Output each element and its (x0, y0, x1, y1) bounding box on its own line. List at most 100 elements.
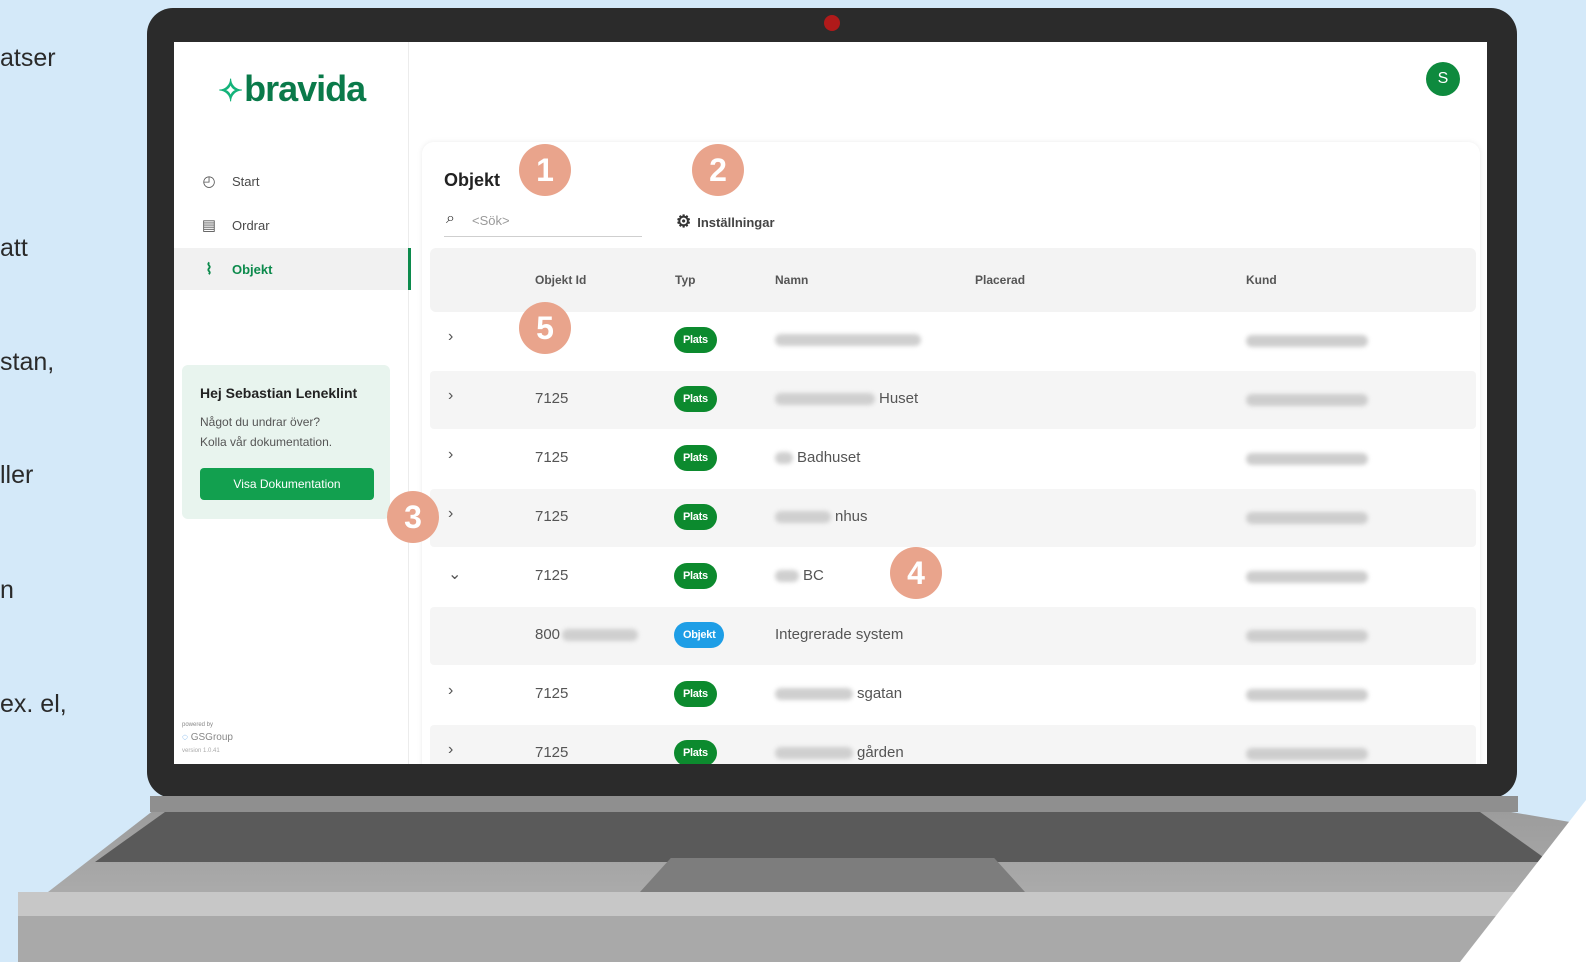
redacted-kund (1246, 335, 1368, 347)
version-label: version 1.0.41 (182, 748, 220, 754)
brand-mark-icon: ✧ (218, 75, 243, 108)
chevron-right-icon[interactable]: › (448, 387, 453, 405)
settings-button[interactable]: ⚙ Inställningar (676, 212, 775, 232)
table-row-child[interactable]: 800 Objekt Integrerade system (430, 607, 1476, 665)
help-card: Hej Sebastian Leneklint Något du undrar … (182, 365, 390, 519)
table-header: Objekt Id Typ Namn Placerad Kund (430, 248, 1476, 312)
chevron-right-icon[interactable]: › (448, 682, 453, 700)
chevron-down-icon[interactable]: ⌄ (448, 564, 461, 584)
objekt-panel: Objekt ⌕ <Sök> ⚙ Inställningar Objekt Id … (422, 142, 1480, 764)
redacted-kund (1246, 453, 1368, 465)
nav-item-objekt[interactable]: ⌇ Objekt (174, 248, 411, 290)
row-name: Huset (775, 390, 918, 407)
row-name-text: Huset (879, 390, 919, 407)
column-header[interactable]: Namn (775, 273, 808, 287)
redacted-text (775, 393, 875, 406)
side-text: ller (0, 461, 34, 489)
speedometer-icon: ◴ (202, 173, 216, 190)
chevron-right-icon[interactable]: › (448, 328, 453, 346)
nav-label: Objekt (232, 261, 273, 277)
redacted-text (562, 629, 639, 642)
redacted-kund (1246, 630, 1368, 642)
row-name-text: gården (857, 744, 904, 761)
page-title: Objekt (444, 170, 501, 190)
redacted-text (775, 511, 831, 524)
row-name-text: nhus (835, 508, 868, 525)
nav-item-start[interactable]: ◴ Start (174, 160, 408, 202)
callout-marker-3: 3 (387, 491, 439, 543)
redacted-text (775, 452, 793, 465)
table-row[interactable]: › Plats (430, 312, 1476, 370)
type-badge: Plats (674, 327, 717, 353)
laptop-deck-edge (18, 892, 1518, 916)
row-id-text: 800 (535, 626, 561, 643)
side-text: stan, (0, 348, 55, 376)
callout-marker-5: 5 (519, 302, 571, 354)
callout-marker-1: 1 (519, 144, 571, 196)
redacted-text (775, 688, 853, 701)
table-row[interactable]: › 7125 Plats Huset (430, 371, 1476, 429)
redacted-kund (1246, 571, 1368, 583)
sidebar: ✧bravida ◴ Start ▤ Ordrar ⌇ Objekt Hej S… (174, 42, 411, 764)
type-badge: Objekt (674, 622, 725, 648)
redacted-kund (1246, 512, 1368, 524)
search-input[interactable]: ⌕ <Sök> (444, 208, 642, 237)
table-row[interactable]: › 7125 Plats gården (430, 725, 1476, 764)
type-badge: Plats (674, 740, 717, 764)
row-id: 7125 (535, 449, 569, 466)
laptop-keyboard (95, 810, 1550, 862)
row-id: 800 (535, 626, 642, 643)
chevron-right-icon[interactable]: › (448, 741, 453, 759)
user-avatar[interactable]: S (1426, 62, 1460, 96)
row-id: 7125 (535, 685, 569, 702)
table-row[interactable]: › 7125 Plats nhus (430, 489, 1476, 547)
callout-marker-2: 2 (692, 144, 744, 196)
row-id: 7125 (535, 390, 569, 407)
table-row[interactable]: › 7125 Plats sgatan (430, 666, 1476, 724)
pulse-icon: ⌇ (205, 261, 213, 278)
bravida-logo[interactable]: ✧bravida (218, 68, 366, 110)
column-header[interactable]: Typ (675, 273, 695, 287)
row-name: BC (775, 567, 824, 584)
type-badge: Plats (674, 563, 717, 589)
help-text: Kolla vår dokumentation. (200, 435, 333, 449)
documentation-button[interactable]: Visa Dokumentation (200, 468, 374, 500)
brand-name: bravida (244, 68, 366, 109)
row-id: 7125 (535, 508, 569, 525)
row-name (775, 331, 925, 348)
chevron-right-icon[interactable]: › (448, 446, 453, 464)
redacted-text (775, 570, 799, 583)
row-name-text: sgatan (857, 685, 903, 702)
row-name: nhus (775, 508, 868, 525)
row-name: Integrerade system (775, 626, 904, 643)
help-text: Något du undrar över? (200, 415, 321, 429)
gsgroup-ring-icon: ◌ (182, 732, 188, 743)
gsgroup-name: GSGroup (190, 732, 233, 743)
redacted-kund (1246, 394, 1368, 406)
side-text: att (0, 234, 28, 262)
side-text: ex. el, (0, 690, 67, 718)
column-header[interactable]: Objekt Id (535, 273, 586, 287)
table-row[interactable]: › 7125 Plats Badhuset (430, 430, 1476, 488)
nav-label: Start (232, 173, 260, 189)
redacted-kund (1246, 689, 1368, 701)
table-row[interactable]: ⌄ 7125 Plats BC (430, 548, 1476, 606)
nav-label: Ordrar (232, 217, 270, 233)
callout-marker-4: 4 (890, 547, 942, 599)
camera-icon (824, 15, 840, 31)
row-id: 7125 (535, 744, 569, 761)
column-header[interactable]: Kund (1246, 273, 1277, 287)
chevron-right-icon[interactable]: › (448, 505, 453, 523)
redacted-text (775, 747, 853, 760)
gsgroup-logo: ◌ GSGroup (182, 732, 233, 743)
help-title: Hej Sebastian Leneklint (200, 385, 358, 401)
laptop-touchpad (640, 858, 1025, 892)
settings-label: Inställningar (697, 215, 775, 230)
gear-icon: ⚙ (676, 212, 692, 231)
nav-item-ordrar[interactable]: ▤ Ordrar (174, 204, 408, 246)
row-name: Badhuset (775, 449, 860, 466)
side-text: atser (0, 44, 56, 72)
column-header[interactable]: Placerad (975, 273, 1025, 287)
app-screen: ✧bravida ◴ Start ▤ Ordrar ⌇ Objekt Hej S… (174, 42, 1487, 764)
laptop-front (18, 916, 1538, 962)
